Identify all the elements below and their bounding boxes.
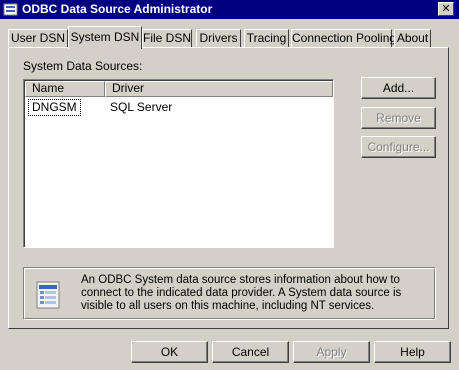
tab-label: Connection Pooling (292, 31, 397, 45)
tab-connection-pooling[interactable]: Connection Pooling (291, 29, 396, 48)
info-description: An ODBC System data source stores inform… (81, 274, 402, 312)
info-box-frame: An ODBC System data source stores inform… (24, 268, 435, 319)
data-source-name: DNGSM (28, 99, 81, 116)
system-data-sources-label: System Data Sources: (23, 59, 143, 73)
list-header: Name Driver (25, 81, 333, 97)
odbc-app-icon (3, 3, 18, 16)
tab-label: Tracing (246, 31, 287, 45)
tab-label: System DSN (70, 30, 140, 44)
system-dsn-panel: System Data Sources: Name Driver DNGSM S… (8, 47, 449, 329)
odbc-administrator-window: ODBC Data Source Administrator ✕ User DS… (0, 0, 459, 370)
remove-button[interactable]: Remove (361, 107, 436, 129)
column-header-driver[interactable]: Driver (105, 81, 333, 97)
tab-label: Drivers (199, 31, 238, 45)
dialog-button-bar: OK Cancel Apply Help (0, 336, 459, 370)
configure-button[interactable]: Configure... (361, 136, 436, 158)
data-source-icon (36, 281, 60, 309)
data-source-driver: SQL Server (110, 100, 173, 114)
apply-button[interactable]: Apply (293, 341, 370, 363)
tab-drivers[interactable]: Drivers (196, 29, 241, 48)
window-title: ODBC Data Source Administrator (22, 2, 213, 16)
data-sources-list[interactable]: Name Driver DNGSM SQL Server (23, 79, 334, 248)
tab-system-dsn[interactable]: System DSN (68, 26, 142, 49)
tab-user-dsn[interactable]: User DSN (8, 29, 68, 48)
tab-file-dsn[interactable]: File DSN (142, 29, 192, 48)
tab-label: User DSN (10, 31, 65, 45)
column-header-name[interactable]: Name (25, 81, 105, 97)
cancel-button[interactable]: Cancel (212, 341, 289, 363)
close-button[interactable]: ✕ (438, 2, 454, 16)
list-item[interactable]: DNGSM SQL Server (26, 99, 331, 116)
tab-about[interactable]: About (394, 29, 431, 48)
add-button[interactable]: Add... (361, 77, 436, 99)
ok-button[interactable]: OK (131, 341, 208, 363)
tab-tracing[interactable]: Tracing (244, 29, 289, 48)
tab-label: File DSN (143, 31, 192, 45)
info-box: An ODBC System data source stores inform… (23, 267, 436, 320)
close-icon: ✕ (441, 3, 451, 15)
help-button[interactable]: Help (374, 341, 451, 363)
tab-label: About (396, 31, 429, 45)
title-bar[interactable]: ODBC Data Source Administrator ✕ (0, 0, 459, 19)
